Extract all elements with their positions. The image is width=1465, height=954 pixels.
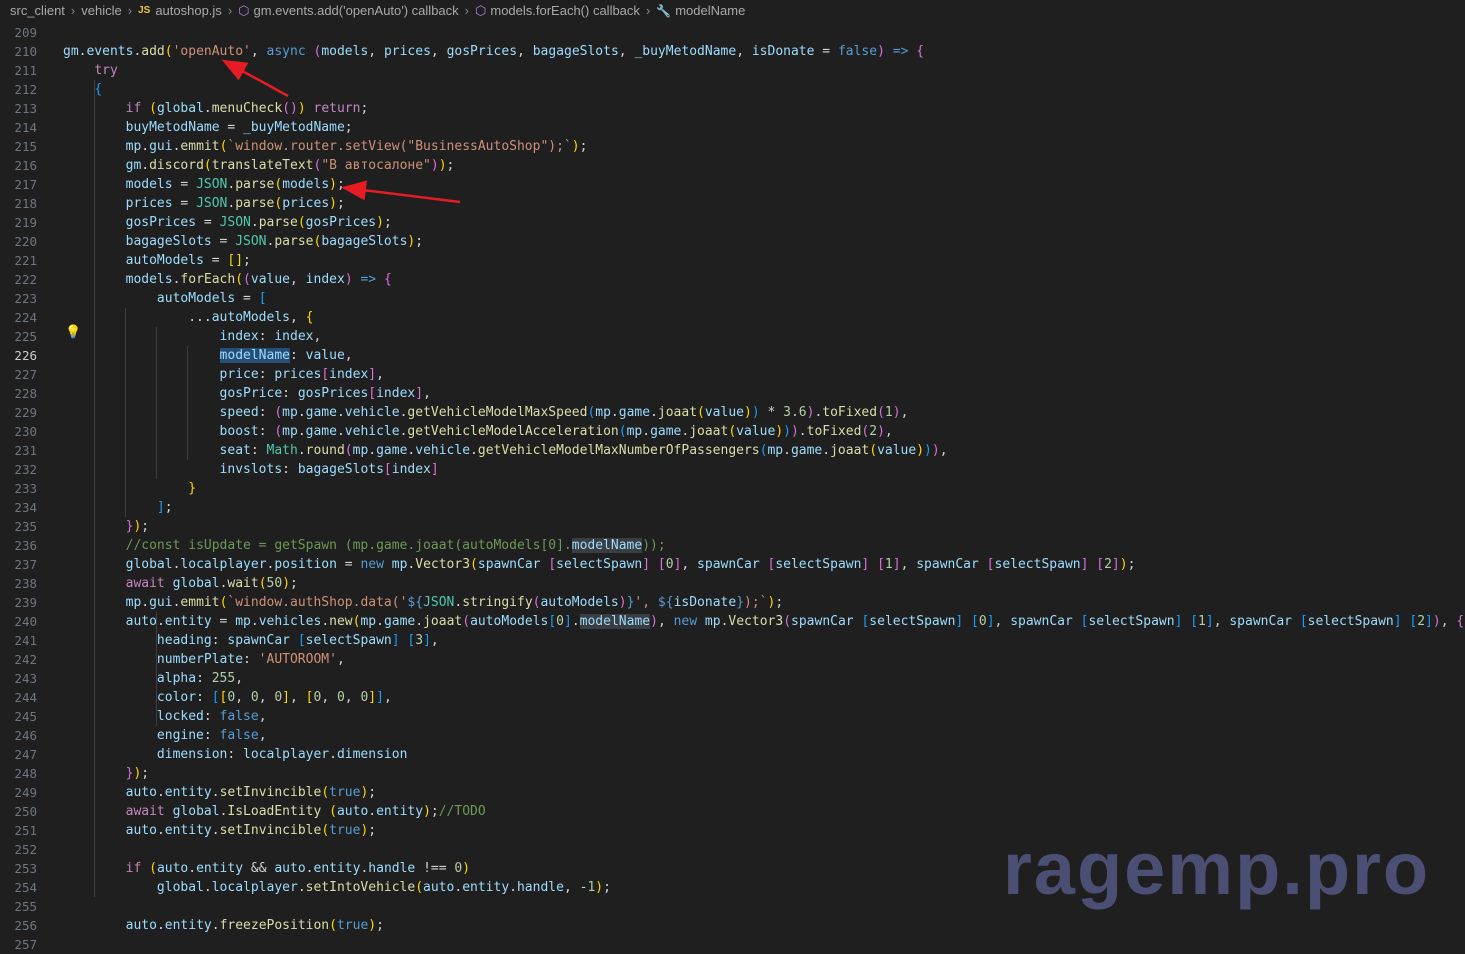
annotation-arrow-openauto bbox=[221, 59, 289, 98]
annotation-arrow-models-parse bbox=[341, 180, 461, 204]
annotation-arrows bbox=[221, 59, 461, 204]
